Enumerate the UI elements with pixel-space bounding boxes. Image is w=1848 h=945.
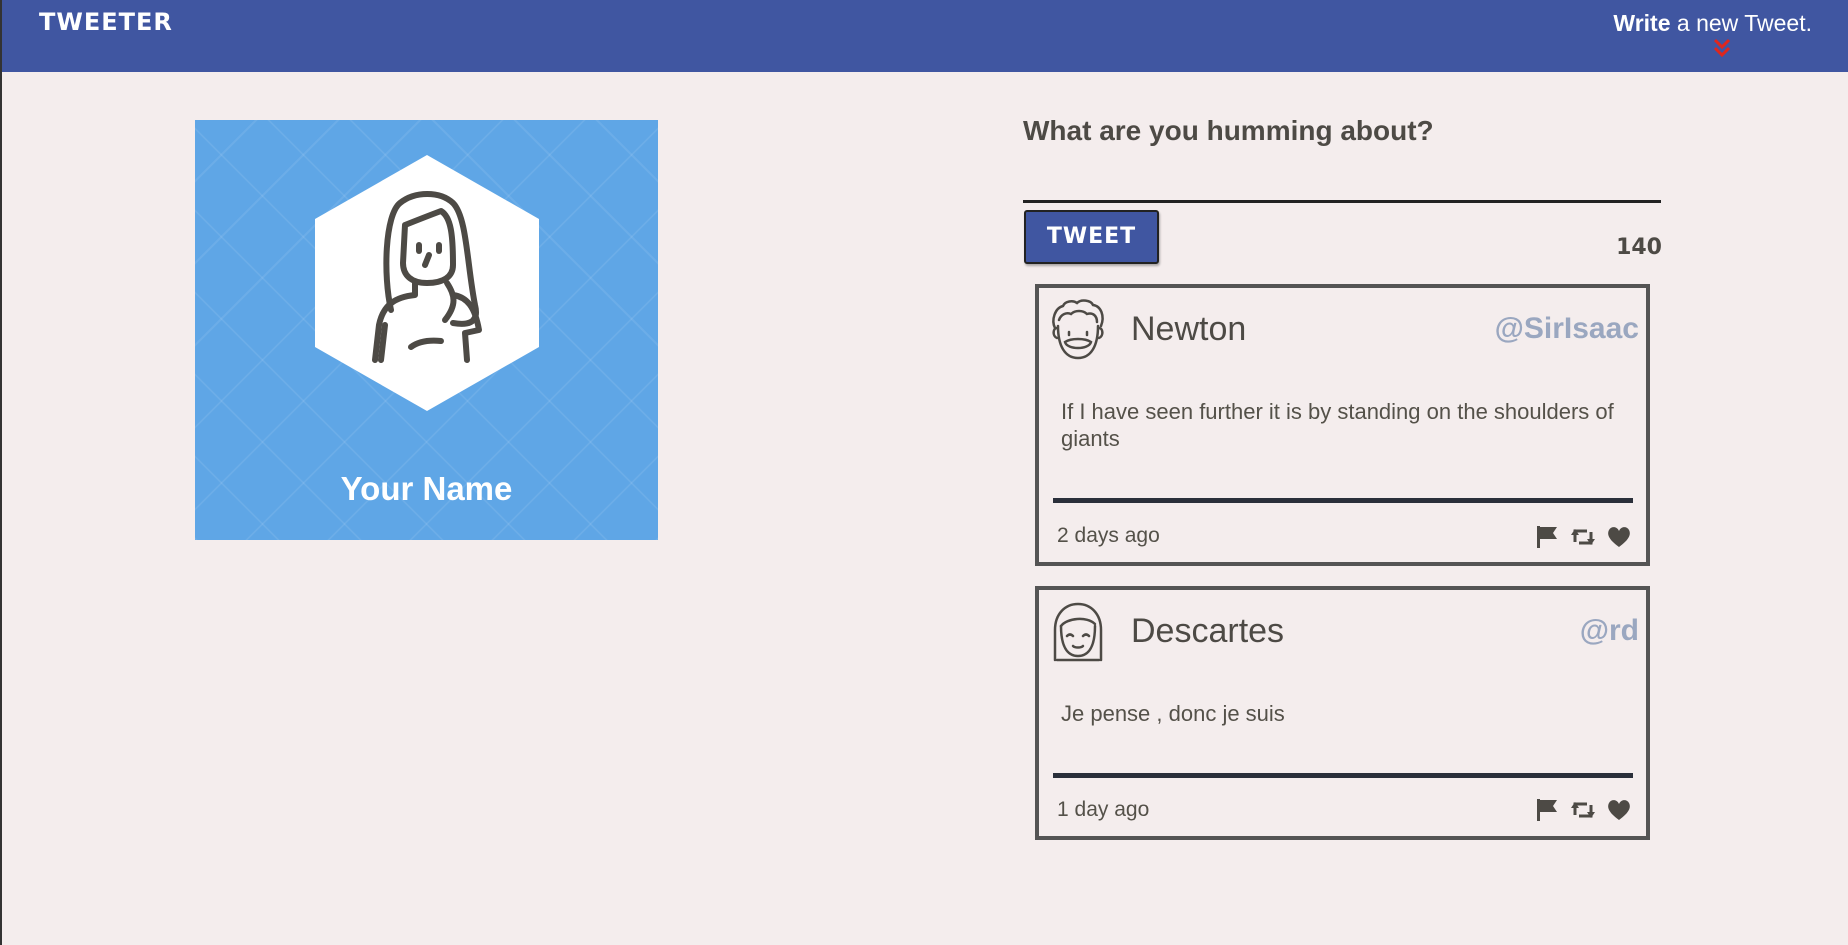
retweet-icon[interactable] bbox=[1570, 524, 1596, 550]
tweet-text: Je pense , donc je suis bbox=[1061, 701, 1285, 726]
tweet-textarea[interactable] bbox=[1023, 200, 1661, 203]
flag-icon[interactable] bbox=[1534, 524, 1560, 550]
tweet-author-name: Descartes bbox=[1131, 612, 1285, 650]
bob-hair-avatar-icon bbox=[1053, 602, 1103, 662]
tweet-timestamp: 1 day ago bbox=[1057, 798, 1150, 821]
user-avatar-icon bbox=[315, 155, 539, 411]
char-counter: 140 bbox=[1616, 235, 1662, 260]
tweet-actions bbox=[1534, 797, 1632, 823]
flag-icon[interactable] bbox=[1534, 797, 1560, 823]
compose-rest: a new Tweet. bbox=[1670, 10, 1812, 36]
compose-bold: Write bbox=[1613, 10, 1671, 36]
heart-icon[interactable] bbox=[1606, 524, 1632, 550]
tweet-author-handle[interactable]: @rd bbox=[1580, 614, 1639, 648]
profile-name: Your Name bbox=[340, 470, 513, 507]
top-nav: TWEETER Write a new Tweet. bbox=[2, 0, 1848, 72]
compose-prompt: What are you humming about? bbox=[1023, 115, 1434, 146]
tweet-button[interactable]: TWEET bbox=[1024, 210, 1159, 264]
brand-logo[interactable]: TWEETER bbox=[39, 8, 173, 36]
chevron-down-icon[interactable] bbox=[1712, 37, 1732, 59]
tweet-text: If I have seen further it is by standing… bbox=[1061, 399, 1614, 451]
tweet-timestamp: 2 days ago bbox=[1057, 524, 1160, 547]
heart-icon[interactable] bbox=[1606, 797, 1632, 823]
curly-hair-man-avatar-icon bbox=[1052, 299, 1104, 360]
tweet-author-handle[interactable]: @SirIsaac bbox=[1495, 312, 1639, 346]
tweet-card: Newton @SirIsaac If I have seen further … bbox=[1035, 284, 1650, 566]
tweet-author-name: Newton bbox=[1131, 310, 1247, 348]
tweet-divider bbox=[1053, 773, 1633, 778]
tweet-actions bbox=[1534, 524, 1632, 550]
profile-card: Your Name bbox=[195, 120, 658, 540]
tweet-card: Descartes @rd Je pense , donc je suis 1 … bbox=[1035, 586, 1650, 840]
write-tweet-link[interactable]: Write a new Tweet. bbox=[1613, 10, 1812, 37]
retweet-icon[interactable] bbox=[1570, 797, 1596, 823]
tweet-divider bbox=[1053, 498, 1633, 503]
